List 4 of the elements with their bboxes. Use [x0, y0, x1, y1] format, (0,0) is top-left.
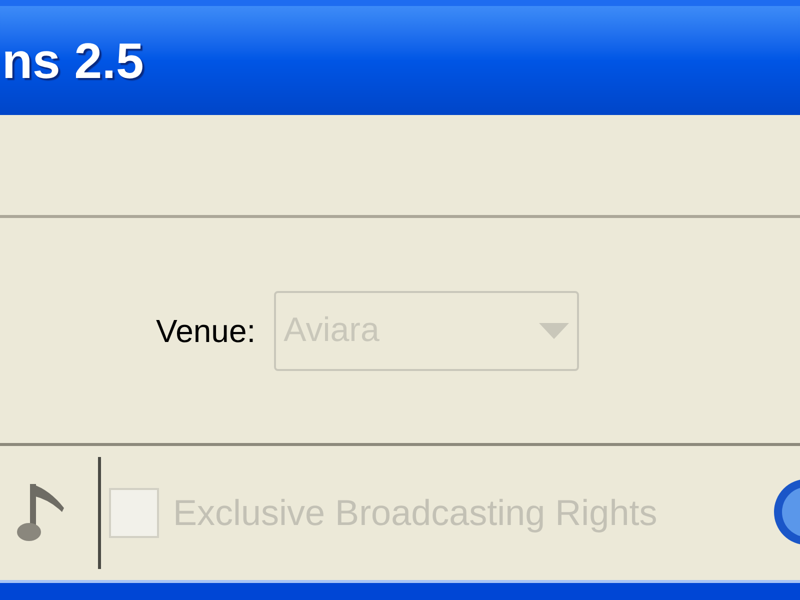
music-note-icon — [16, 482, 66, 544]
window-title: ns 2.5 — [2, 36, 144, 86]
venue-label: Venue: — [156, 312, 256, 350]
dropdown-arrow-icon — [538, 322, 569, 338]
